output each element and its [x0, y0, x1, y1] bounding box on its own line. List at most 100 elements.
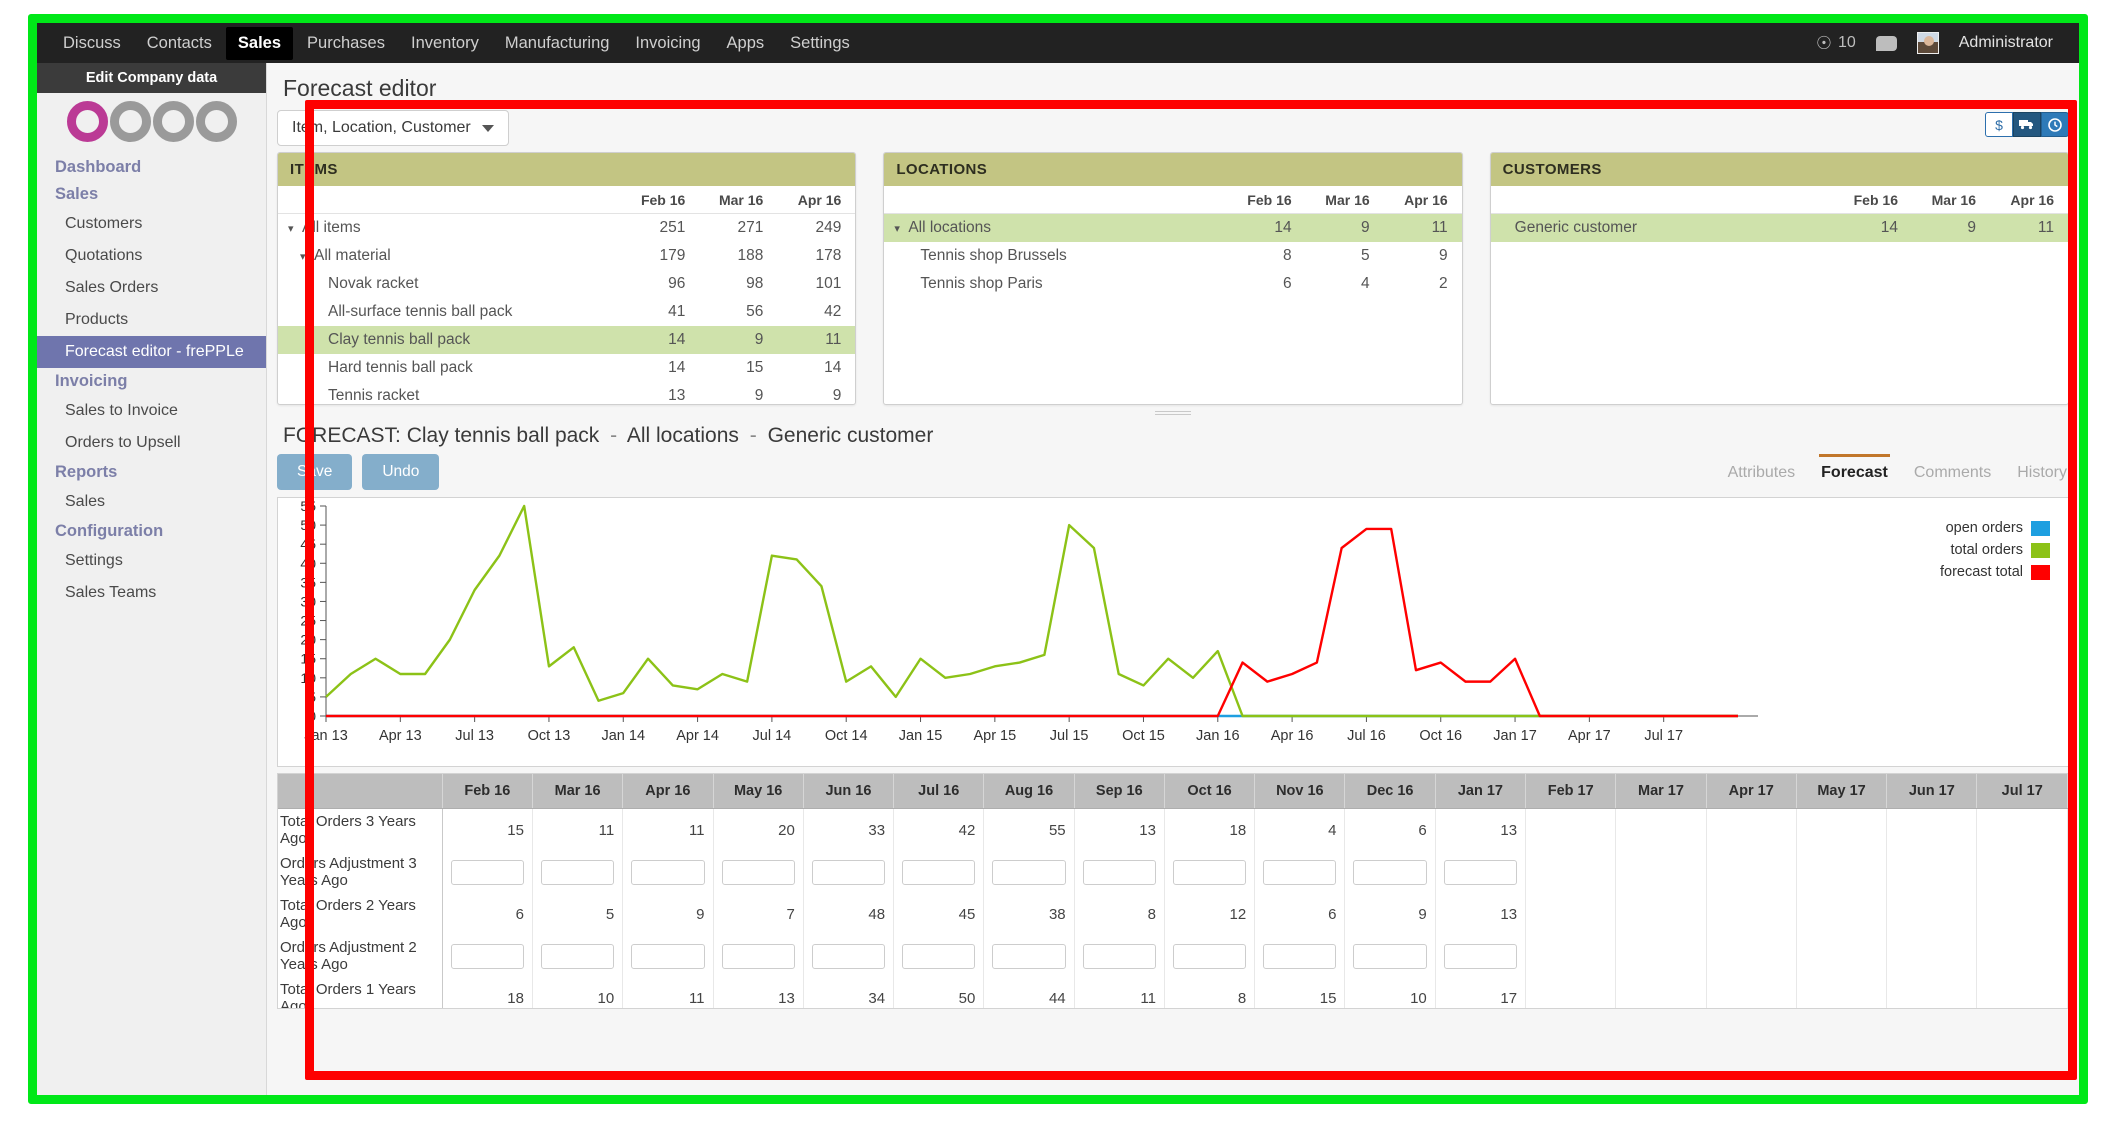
items-row[interactable]: Clay tennis ball pack14911: [278, 326, 855, 354]
edit-company-data-button[interactable]: Edit Company data: [37, 63, 266, 93]
locations-row[interactable]: Tennis shop Paris642: [884, 270, 1461, 298]
nav-item-settings[interactable]: Settings: [778, 27, 862, 60]
table-input-cell[interactable]: [984, 851, 1074, 893]
table-input-cell[interactable]: [894, 935, 984, 977]
table-input-cell[interactable]: [1074, 851, 1164, 893]
cell-input[interactable]: [1263, 860, 1336, 885]
items-row[interactable]: ▾All items251271249: [278, 214, 855, 243]
clock-icon[interactable]: [2041, 112, 2069, 137]
table-input-cell[interactable]: [532, 851, 622, 893]
cell-input[interactable]: [1263, 944, 1336, 969]
expand-collapse-icon[interactable]: ▾: [300, 250, 314, 263]
cell-input[interactable]: [812, 860, 885, 885]
cell-input[interactable]: [992, 860, 1065, 885]
table-input-cell[interactable]: [1435, 851, 1525, 893]
nav-item-sales[interactable]: Sales: [226, 27, 293, 60]
table-input-cell[interactable]: [803, 851, 893, 893]
avatar[interactable]: [1917, 32, 1939, 54]
table-input-cell[interactable]: [623, 935, 713, 977]
items-row[interactable]: Novak racket9698101: [278, 270, 855, 298]
cell-input[interactable]: [631, 944, 704, 969]
cell-input[interactable]: [1083, 944, 1156, 969]
cell-input[interactable]: [1444, 860, 1517, 885]
nav-item-apps[interactable]: Apps: [715, 27, 777, 60]
nav-item-inventory[interactable]: Inventory: [399, 27, 491, 60]
app-body: Edit Company data DashboardSalesCustomer…: [37, 63, 2079, 1095]
cell-input[interactable]: [1173, 860, 1246, 885]
sidebar-item-sales-to-invoice[interactable]: Sales to Invoice: [37, 395, 266, 427]
cell-input[interactable]: [812, 944, 885, 969]
tab-comments[interactable]: Comments: [1912, 461, 1993, 489]
table-input-cell[interactable]: [1345, 935, 1435, 977]
sidebar-item-forecast-editor-frepple[interactable]: Forecast editor - frePPLe: [37, 336, 266, 368]
items-row[interactable]: Hard tennis ball pack141514: [278, 354, 855, 382]
table-input-cell[interactable]: [713, 935, 803, 977]
table-input-cell[interactable]: [442, 935, 532, 977]
forecast-title-prefix: FORECAST:: [283, 424, 401, 447]
table-input-cell[interactable]: [1074, 935, 1164, 977]
tab-attributes[interactable]: Attributes: [1726, 461, 1798, 489]
table-input-cell[interactable]: [894, 851, 984, 893]
cell-input[interactable]: [902, 860, 975, 885]
cell-input[interactable]: [902, 944, 975, 969]
table-input-cell[interactable]: [1435, 935, 1525, 977]
items-row[interactable]: Tennis racket1399: [278, 382, 855, 405]
expand-collapse-icon[interactable]: ▾: [288, 222, 302, 235]
items-row[interactable]: All-surface tennis ball pack415642: [278, 298, 855, 326]
nav-item-invoicing[interactable]: Invoicing: [623, 27, 712, 60]
table-input-cell[interactable]: [532, 935, 622, 977]
sidebar-item-sales-orders[interactable]: Sales Orders: [37, 272, 266, 304]
chat-bubble-icon[interactable]: [1876, 36, 1897, 51]
cell-input[interactable]: [1444, 944, 1517, 969]
save-button[interactable]: Save: [277, 454, 352, 490]
expand-collapse-icon[interactable]: ▾: [894, 222, 908, 235]
cell-input[interactable]: [541, 944, 614, 969]
nav-item-discuss[interactable]: Discuss: [51, 27, 133, 60]
table-input-cell[interactable]: [1255, 935, 1345, 977]
undo-button[interactable]: Undo: [362, 454, 439, 490]
cell-input[interactable]: [1173, 944, 1246, 969]
customers-row[interactable]: Generic customer14911: [1491, 214, 2068, 243]
tab-forecast[interactable]: Forecast: [1819, 454, 1890, 489]
cell-input[interactable]: [992, 944, 1065, 969]
nav-item-contacts[interactable]: Contacts: [135, 27, 224, 60]
sidebar-item-settings[interactable]: Settings: [37, 545, 266, 577]
cell-input[interactable]: [1353, 860, 1426, 885]
table-input-cell[interactable]: [623, 851, 713, 893]
sidebar-item-sales[interactable]: Sales: [37, 486, 266, 518]
sidebar-item-orders-to-upsell[interactable]: Orders to Upsell: [37, 427, 266, 459]
sidebar-item-customers[interactable]: Customers: [37, 208, 266, 240]
cell-input[interactable]: [451, 860, 524, 885]
user-name[interactable]: Administrator: [1959, 34, 2053, 52]
nav-item-purchases[interactable]: Purchases: [295, 27, 397, 60]
x-tick-label: Jul 17: [1644, 728, 1683, 744]
locations-row[interactable]: Tennis shop Brussels859: [884, 242, 1461, 270]
sidebar-item-sales-teams[interactable]: Sales Teams: [37, 577, 266, 609]
cell-input[interactable]: [541, 860, 614, 885]
cell-input[interactable]: [631, 860, 704, 885]
cell-input[interactable]: [722, 860, 795, 885]
cell-input[interactable]: [1353, 944, 1426, 969]
table-input-cell[interactable]: [713, 851, 803, 893]
table-input-cell[interactable]: [1164, 935, 1254, 977]
table-input-cell[interactable]: [1255, 851, 1345, 893]
cell-input[interactable]: [451, 944, 524, 969]
tab-history[interactable]: History: [2015, 461, 2069, 489]
table-input-cell[interactable]: [442, 851, 532, 893]
sidebar-item-products[interactable]: Products: [37, 304, 266, 336]
truck-icon[interactable]: [2013, 112, 2041, 137]
locations-row[interactable]: ▾All locations14911: [884, 214, 1461, 243]
mentions-badge[interactable]: ☉ 10: [1816, 33, 1856, 54]
currency-icon[interactable]: $: [1985, 112, 2013, 137]
cell-input[interactable]: [1083, 860, 1156, 885]
table-input-cell[interactable]: [1164, 851, 1254, 893]
dimension-select[interactable]: Item, Location, Customer: [277, 110, 509, 146]
table-input-cell[interactable]: [803, 935, 893, 977]
table-input-cell[interactable]: [1345, 851, 1435, 893]
items-row[interactable]: ▾All material179188178: [278, 242, 855, 270]
panel-splitter-handle[interactable]: [1155, 411, 1191, 416]
sidebar-item-quotations[interactable]: Quotations: [37, 240, 266, 272]
cell-input[interactable]: [722, 944, 795, 969]
nav-item-manufacturing[interactable]: Manufacturing: [493, 27, 622, 60]
table-input-cell[interactable]: [984, 935, 1074, 977]
